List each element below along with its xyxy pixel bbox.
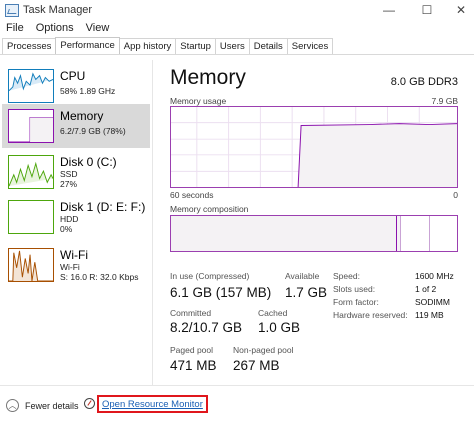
fewer-details-button[interactable]: ︿ Fewer details (6, 399, 79, 412)
hardware-reserved-label: Hardware reserved: (333, 310, 408, 320)
tab-performance[interactable]: Performance (55, 37, 120, 54)
footer-divider (0, 385, 474, 386)
tab-users[interactable]: Users (214, 38, 250, 54)
form-factor-value: SODIMM (415, 297, 450, 307)
available-value: 1.7 GB (285, 285, 328, 300)
menu-bar: File Options View (0, 22, 115, 38)
usage-label: Memory usage (170, 96, 227, 106)
non-paged-pool-label: Non-paged pool (233, 345, 294, 355)
memory-usage-graph (170, 106, 458, 188)
sidebar-divider (152, 60, 153, 385)
available-label: Available (285, 271, 320, 281)
sidebar-item-label: Disk 1 (D: E: F:) (60, 200, 146, 214)
speed-value: 1600 MHz (415, 271, 454, 281)
disk-1-thumbnail-graph (8, 200, 54, 234)
sidebar-item-label: Disk 0 (C:) (60, 155, 117, 169)
composition-standby (402, 216, 430, 251)
wifi-thumbnail-graph (8, 248, 54, 282)
tab-bar: Processes Performance App history Startu… (2, 37, 334, 54)
speed-label: Speed: (333, 271, 360, 281)
slots-label: Slots used: (333, 284, 376, 294)
sidebar-item-label: CPU (60, 69, 86, 83)
tab-services[interactable]: Services (286, 38, 334, 54)
close-button[interactable]: ✕ (444, 1, 474, 21)
sidebar-item-detail: 58% 1.89 GHz (60, 86, 116, 96)
task-manager-icon (5, 4, 19, 17)
sidebar-item-label: Wi-Fi (60, 248, 88, 262)
sidebar-item-cpu[interactable]: CPU 58% 1.89 GHz (2, 64, 150, 108)
in-use-value: 6.1 GB (157 MB) (170, 285, 272, 300)
menu-options[interactable]: Options (36, 22, 74, 38)
non-paged-pool-value: 267 MB (233, 358, 280, 373)
window-title: Task Manager (23, 4, 93, 16)
sidebar-item-type: HDD (60, 214, 79, 224)
minimize-button[interactable]: — (372, 1, 406, 21)
composition-in-use (171, 216, 397, 251)
zero-axis-label: 0 (453, 190, 458, 200)
cached-label: Cached (258, 308, 288, 318)
committed-value: 8.2/10.7 GB (170, 320, 243, 335)
memory-composition-bar[interactable] (170, 215, 458, 252)
sidebar-item-type: SSD (60, 169, 78, 179)
menu-view[interactable]: View (86, 22, 110, 38)
cached-value: 1.0 GB (258, 320, 301, 335)
sidebar-item-type: Wi-Fi (60, 262, 80, 272)
resource-sidebar: CPU 58% 1.89 GHz Memory 6.2/7.9 GB (78%)… (0, 60, 152, 380)
menu-file[interactable]: File (6, 22, 24, 38)
sidebar-item-disk-0[interactable]: Disk 0 (C:) SSD 27% (2, 150, 150, 194)
memory-thumbnail-graph (8, 109, 54, 143)
disk-0-thumbnail-graph (8, 155, 54, 189)
paged-pool-label: Paged pool (170, 345, 214, 355)
slots-value: 1 of 2 (415, 284, 437, 294)
composition-label: Memory composition (170, 204, 249, 214)
composition-modified (397, 216, 401, 251)
sidebar-item-detail: 6.2/7.9 GB (78%) (60, 126, 126, 136)
sidebar-item-memory[interactable]: Memory 6.2/7.9 GB (78%) (2, 104, 150, 148)
sidebar-item-detail: 0% (60, 224, 73, 234)
tab-processes[interactable]: Processes (2, 38, 57, 54)
tab-divider (0, 54, 474, 55)
page-title: Memory (170, 66, 246, 89)
usage-max-label: 7.9 GB (431, 96, 458, 106)
fewer-details-label: Fewer details (25, 400, 79, 411)
chevron-up-icon: ︿ (6, 399, 19, 412)
cpu-thumbnail-graph (8, 69, 54, 103)
sidebar-item-wifi[interactable]: Wi-Fi Wi-Fi S: 16.0 R: 32.0 Kbps (2, 243, 150, 287)
sidebar-item-detail: S: 16.0 R: 32.0 Kbps (60, 272, 139, 282)
memory-spec: 8.0 GB DDR3 (390, 76, 458, 88)
form-factor-label: Form factor: (333, 297, 379, 307)
title-bar: Task Manager — ☐ ✕ (0, 0, 474, 22)
paged-pool-value: 471 MB (170, 358, 217, 373)
sidebar-item-disk-1[interactable]: Disk 1 (D: E: F:) HDD 0% (2, 195, 150, 239)
tab-app-history[interactable]: App history (118, 38, 177, 54)
time-axis-label: 60 seconds (170, 190, 214, 200)
resource-monitor-icon (84, 398, 95, 409)
open-resource-monitor-link[interactable]: Open Resource Monitor (97, 395, 208, 413)
hardware-reserved-value: 119 MB (415, 310, 444, 320)
tab-startup[interactable]: Startup (175, 38, 216, 54)
tab-details[interactable]: Details (248, 38, 288, 54)
sidebar-item-detail: 27% (60, 179, 78, 189)
sidebar-item-label: Memory (60, 109, 104, 123)
in-use-label: In use (Compressed) (170, 271, 250, 281)
committed-label: Committed (170, 308, 212, 318)
maximize-button[interactable]: ☐ (410, 1, 444, 21)
